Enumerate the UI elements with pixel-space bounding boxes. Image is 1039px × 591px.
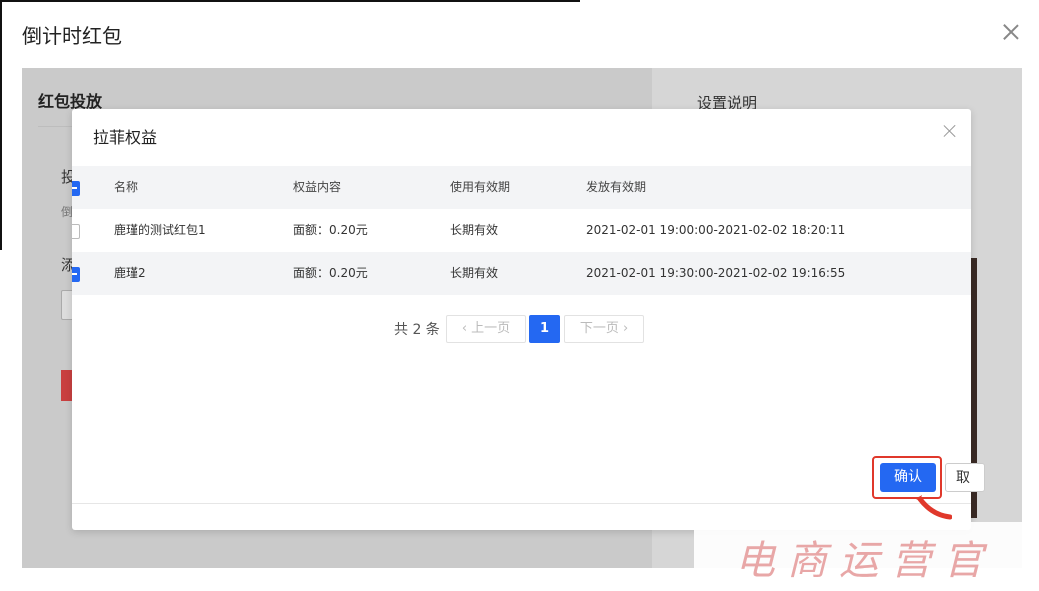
row-period: 2021-02-01 19:30:00-2021-02-02 19:16:55 (586, 266, 846, 280)
red-arrow-icon (916, 495, 952, 520)
row-period: 2021-02-01 19:00:00-2021-02-02 18:20:11 (586, 223, 846, 237)
cancel-button[interactable]: 取 (945, 463, 985, 492)
row-validity: 长期有效 (450, 266, 499, 280)
pagination-total: 共 2 条 (394, 322, 440, 338)
chevron-left-icon: ‹ (461, 321, 472, 336)
outer-close-icon[interactable] (1001, 22, 1021, 42)
table-row[interactable]: 鹿瑾的测试红包1 面额：0.20元 长期有效 2021-02-01 19:00:… (72, 209, 971, 252)
benefits-table: 名称 权益内容 使用有效期 发放有效期 鹿瑾的测试红包1 面额：0.20元 长期… (72, 166, 971, 295)
modal-close-icon[interactable] (943, 124, 957, 138)
next-page-label: 下一页 (579, 321, 619, 336)
prev-page-label: 上一页 (471, 321, 511, 336)
confirm-button[interactable]: 确认 (880, 463, 936, 492)
column-header-name: 名称 (114, 180, 139, 194)
column-header-content: 权益内容 (293, 180, 342, 194)
row-name: 鹿瑾的测试红包1 (114, 223, 206, 237)
page-button-current[interactable]: 1 (529, 315, 560, 343)
modal-footer-divider (72, 503, 971, 504)
row-content: 面额：0.20元 (293, 223, 368, 237)
row-content: 面额：0.20元 (293, 266, 368, 280)
column-header-validity: 使用有效期 (450, 180, 511, 194)
column-header-period: 发放有效期 (586, 180, 647, 194)
watermark-logo: 电商运营官 (735, 538, 995, 584)
frame-left-line (0, 0, 2, 250)
modal-title: 拉菲权益 (93, 128, 158, 147)
benefits-modal: 拉菲权益 名称 权益内容 使用有效期 发放有效期 鹿瑾的测试红包1 面额：0.2… (72, 109, 971, 530)
outer-dialog-title: 倒计时红包 (22, 24, 122, 48)
frame-top-line (0, 0, 580, 2)
prev-page-button[interactable]: ‹ 上一页 (446, 315, 526, 343)
row-name: 鹿瑾2 (114, 266, 146, 280)
table-header-row: 名称 权益内容 使用有效期 发放有效期 (72, 166, 971, 209)
select-all-checkbox[interactable] (72, 181, 80, 196)
row-checkbox[interactable] (72, 224, 80, 239)
table-row[interactable]: 鹿瑾2 面额：0.20元 长期有效 2021-02-01 19:30:00-20… (72, 252, 971, 295)
pagination: 共 2 条 ‹ 上一页 1 下一页 › (72, 315, 971, 343)
row-validity: 长期有效 (450, 223, 499, 237)
next-page-button[interactable]: 下一页 › (564, 315, 644, 343)
row-checkbox[interactable] (72, 267, 80, 282)
chevron-right-icon: › (618, 321, 629, 336)
